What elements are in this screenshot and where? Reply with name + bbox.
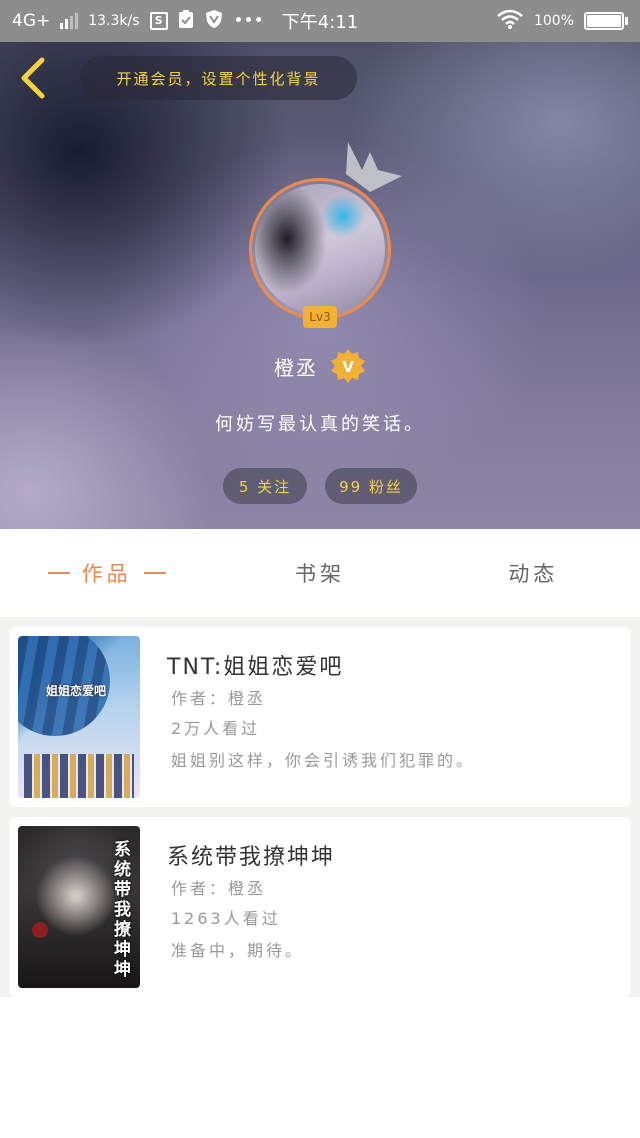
user-bio: 何妨写最认真的笑话。 xyxy=(215,414,425,435)
s-app-icon: S xyxy=(149,12,168,30)
profile-tabs: 作品 书架 动态 xyxy=(0,529,640,617)
book-title: TNT:姐姐恋爱吧 xyxy=(167,655,344,680)
tab-indicator-right xyxy=(143,572,166,574)
cover-figures xyxy=(24,754,134,798)
cover-title: 系统带我撩坤坤 xyxy=(114,840,131,980)
tab-label: 作品 xyxy=(81,562,132,586)
network-speed: 13.3k/s xyxy=(88,13,140,29)
book-description: 准备中，期待。 xyxy=(171,941,305,960)
chevron-left-icon xyxy=(21,57,45,99)
cover-title: 姐姐恋爱吧 xyxy=(46,684,107,698)
tab-label: 书架 xyxy=(294,562,345,586)
works-list: 姐姐恋爱吧 TNT:姐姐恋爱吧 作者：橙丞 2万人看过 姐姐别这样，你会引诱我们… xyxy=(0,617,640,997)
stats-row: 5 关注 99 粉丝 xyxy=(0,468,640,504)
battery-percent: 100% xyxy=(533,13,574,29)
name-row: 橙丞 V xyxy=(0,346,640,386)
tab-indicator-left xyxy=(47,572,70,574)
book-author: 作者：橙丞 xyxy=(171,689,267,708)
profile-header: 开通会员，设置个性化背景 Lv3 橙丞 V 何妨写最认真的笑话。 5 关注 99… xyxy=(0,42,640,529)
list-item[interactable]: 系统带我撩坤坤 系统带我撩坤坤 作者：橙丞 1263人看过 准备中，期待。 xyxy=(9,817,631,997)
book-cover: 系统带我撩坤坤 xyxy=(18,826,140,988)
book-views: 2万人看过 xyxy=(171,719,261,738)
book-description: 姐姐别这样，你会引诱我们犯罪的。 xyxy=(171,751,476,770)
back-button[interactable] xyxy=(12,54,56,102)
avatar[interactable] xyxy=(249,178,391,320)
wifi-icon xyxy=(496,9,524,34)
status-bar: 4G+ 13.3k/s S ••• 下午4:11 100% xyxy=(0,0,640,42)
more-dots: ••• xyxy=(233,11,264,31)
signal-icon xyxy=(60,13,79,29)
tab-works[interactable]: 作品 xyxy=(0,529,213,617)
status-left: 4G+ 13.3k/s S ••• xyxy=(12,9,264,34)
following-button[interactable]: 5 关注 xyxy=(223,468,307,504)
list-item[interactable]: 姐姐恋爱吧 TNT:姐姐恋爱吧 作者：橙丞 2万人看过 姐姐别这样，你会引诱我们… xyxy=(9,627,631,807)
network-type: 4G+ xyxy=(12,11,51,31)
clipboard-icon xyxy=(178,9,194,34)
book-title: 系统带我撩坤坤 xyxy=(167,845,336,870)
book-author: 作者：橙丞 xyxy=(171,879,267,898)
level-badge: Lv3 xyxy=(303,306,337,328)
empty-area xyxy=(0,997,640,1138)
vip-badge-icon[interactable]: V xyxy=(330,348,366,384)
book-views: 1263人看过 xyxy=(171,909,281,928)
shield-v-icon xyxy=(204,9,224,34)
tab-label: 动态 xyxy=(508,562,559,586)
fans-button[interactable]: 99 粉丝 xyxy=(325,468,417,504)
vip-background-banner[interactable]: 开通会员，设置个性化背景 xyxy=(80,56,357,100)
username: 橙丞 xyxy=(274,355,318,380)
tab-activity[interactable]: 动态 xyxy=(427,529,640,617)
avatar-image xyxy=(255,184,385,314)
tab-bookshelf[interactable]: 书架 xyxy=(213,529,426,617)
vip-label: V xyxy=(342,358,354,376)
book-cover: 姐姐恋爱吧 xyxy=(18,636,140,798)
status-right: 100% xyxy=(496,9,628,34)
battery-icon xyxy=(584,12,628,30)
rose-graphic xyxy=(32,922,48,938)
